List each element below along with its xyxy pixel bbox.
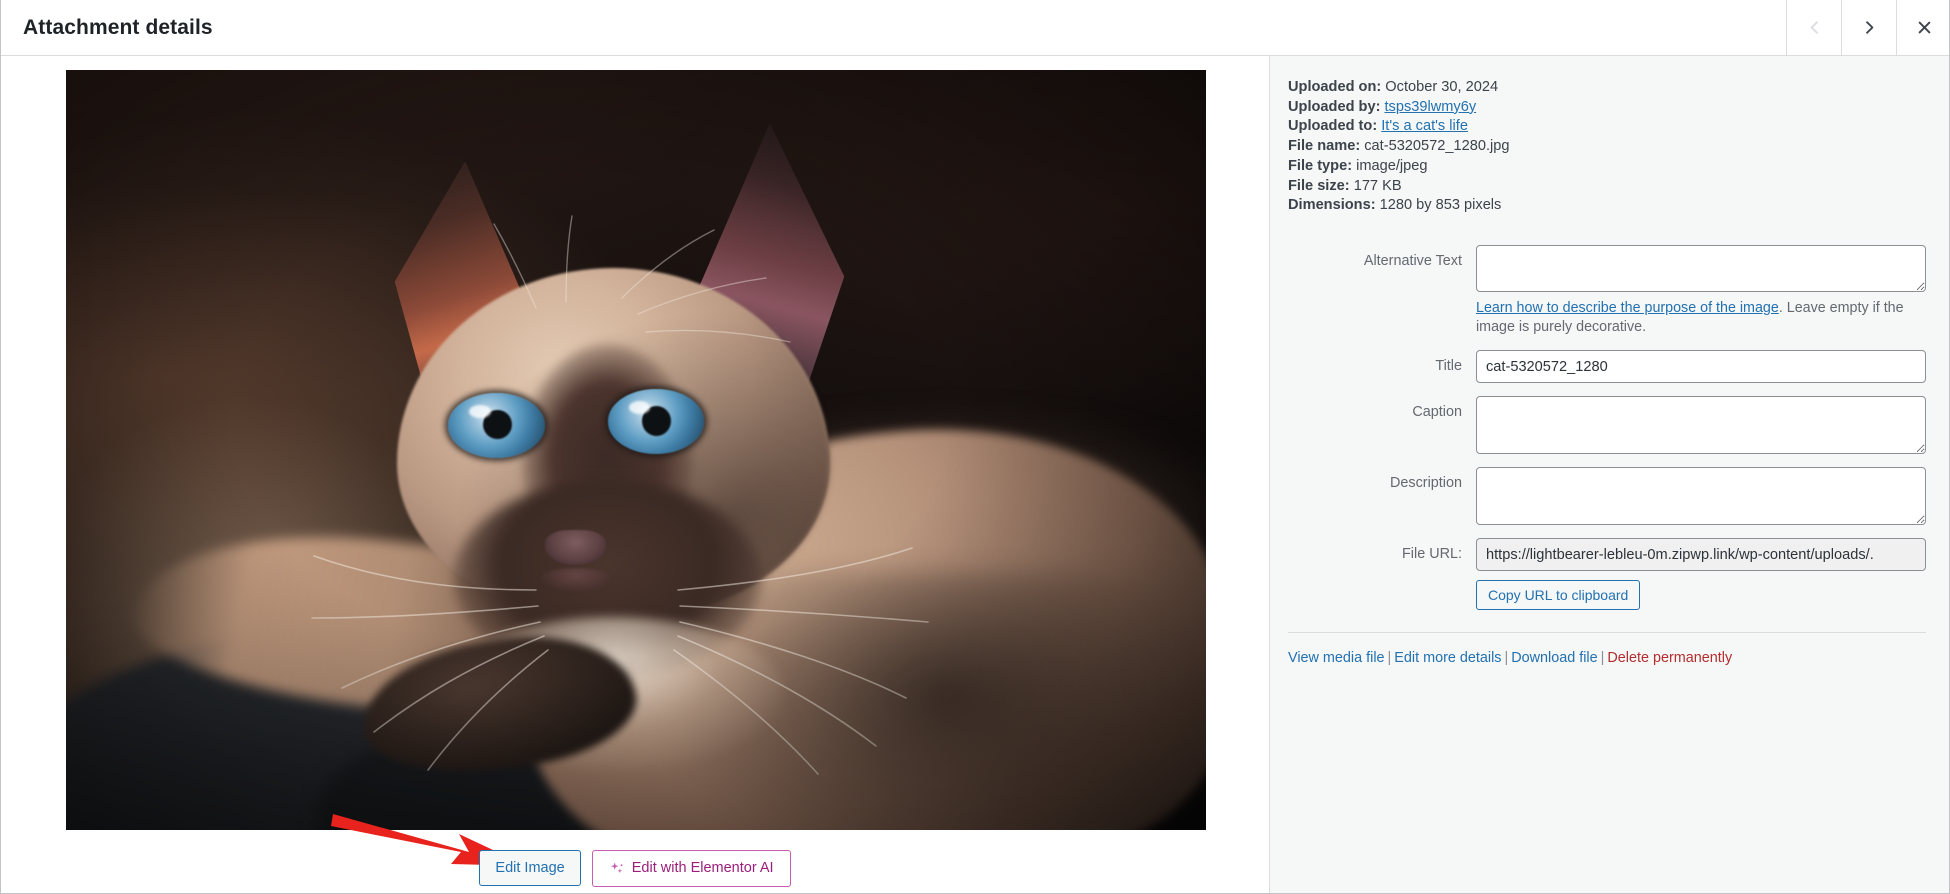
- previous-media-button[interactable]: [1786, 0, 1841, 55]
- uploaded-to-label: Uploaded to:: [1288, 118, 1378, 135]
- file-size-label: File size:: [1288, 177, 1350, 194]
- attachment-metadata: Uploaded on: October 30, 2024 Uploaded b…: [1288, 78, 1926, 215]
- dimensions-value: 1280 by 853 pixels: [1379, 197, 1502, 214]
- media-preview-pane: Edit Image Edit with Elementor AI: [1, 56, 1269, 893]
- chevron-right-icon: [1861, 19, 1878, 36]
- file-size-row: File size: 177 KB: [1288, 177, 1926, 196]
- title-input[interactable]: [1476, 350, 1926, 384]
- link-separator-3: |: [1600, 650, 1605, 667]
- download-file-link[interactable]: Download file: [1511, 650, 1597, 666]
- copy-url-to-clipboard-button[interactable]: Copy URL to clipboard: [1476, 580, 1641, 611]
- edit-with-elementor-ai-button[interactable]: Edit with Elementor AI: [591, 849, 791, 887]
- dimensions-row: Dimensions: 1280 by 853 pixels: [1288, 196, 1926, 215]
- file-type-value: image/jpeg: [1356, 157, 1428, 174]
- file-name-row: File name: cat-5320572_1280.jpg: [1288, 137, 1926, 156]
- file-url-row: File URL: Copy URL to clipboard: [1288, 538, 1926, 611]
- uploaded-to-row: Uploaded to: It's a cat's life: [1288, 117, 1926, 136]
- description-input[interactable]: [1476, 467, 1926, 526]
- file-name-value: cat-5320572_1280.jpg: [1364, 138, 1510, 155]
- link-separator-1: |: [1387, 650, 1392, 667]
- uploaded-by-label: Uploaded by:: [1288, 98, 1381, 115]
- file-url-label: File URL:: [1402, 546, 1462, 563]
- page-title: Attachment details: [23, 15, 213, 39]
- file-size-value: 177 KB: [1353, 177, 1402, 194]
- next-media-button[interactable]: [1841, 0, 1896, 55]
- alt-text-helper: Learn how to describe the purpose of the…: [1476, 299, 1906, 337]
- chevron-left-icon: [1806, 19, 1823, 36]
- file-url-input[interactable]: [1476, 538, 1926, 572]
- file-type-label: File type:: [1288, 157, 1353, 174]
- attachment-details-pane: Uploaded on: October 30, 2024 Uploaded b…: [1269, 56, 1949, 893]
- alt-text-label: Alternative Text: [1363, 253, 1462, 270]
- sparkle-icon: [609, 861, 624, 876]
- modal-body: Edit Image Edit with Elementor AI Upload…: [1, 56, 1949, 893]
- edit-image-button[interactable]: Edit Image: [479, 849, 581, 887]
- close-icon: [1916, 19, 1933, 36]
- alt-text-helper-link[interactable]: Learn how to describe the purpose of the…: [1476, 300, 1779, 316]
- attachment-image: [66, 70, 1206, 830]
- attachment-action-links: View media file | Edit more details | Downlo…: [1288, 648, 1926, 668]
- caption-input[interactable]: [1476, 396, 1926, 455]
- modal-header: Attachment details: [1, 0, 1949, 56]
- file-name-label: File name:: [1288, 138, 1361, 155]
- header-button-group: [1786, 0, 1949, 55]
- edit-more-details-link[interactable]: Edit more details: [1394, 650, 1501, 666]
- link-separator-2: |: [1504, 650, 1509, 667]
- attachment-settings-form: Alternative Text Learn how to describe t…: [1288, 245, 1926, 611]
- attachment-details-modal: Attachment details Edit Image Edit with …: [0, 0, 1950, 894]
- image-action-buttons: Edit Image Edit with Elementor AI: [1, 842, 1269, 893]
- uploaded-by-row: Uploaded by: tsps39lwmy6y: [1288, 98, 1926, 117]
- cat-photograph: [66, 70, 1206, 830]
- description-row: Description: [1288, 467, 1926, 526]
- alt-text-row: Alternative Text Learn how to describe t…: [1288, 245, 1926, 337]
- view-media-file-link[interactable]: View media file: [1288, 650, 1385, 666]
- file-type-row: File type: image/jpeg: [1288, 157, 1926, 176]
- uploaded-on-value: October 30, 2024: [1385, 79, 1499, 95]
- uploaded-on-label: Uploaded on:: [1288, 79, 1382, 95]
- elementor-ai-button-label: Edit with Elementor AI: [631, 859, 774, 876]
- caption-label: Caption: [1412, 404, 1462, 421]
- section-divider: [1288, 632, 1926, 634]
- delete-permanently-link[interactable]: Delete permanently: [1607, 650, 1732, 666]
- caption-row: Caption: [1288, 396, 1926, 455]
- description-label: Description: [1390, 475, 1462, 492]
- close-dialog-button[interactable]: [1896, 0, 1949, 55]
- uploaded-by-link[interactable]: tsps39lwmy6y: [1385, 99, 1477, 115]
- dimensions-label: Dimensions:: [1288, 197, 1376, 214]
- uploaded-to-link[interactable]: It's a cat's life: [1381, 118, 1468, 134]
- alt-text-input[interactable]: [1476, 245, 1926, 293]
- title-label: Title: [1435, 358, 1462, 375]
- title-row: Title: [1288, 350, 1926, 384]
- uploaded-on-row: Uploaded on: October 30, 2024: [1288, 78, 1926, 97]
